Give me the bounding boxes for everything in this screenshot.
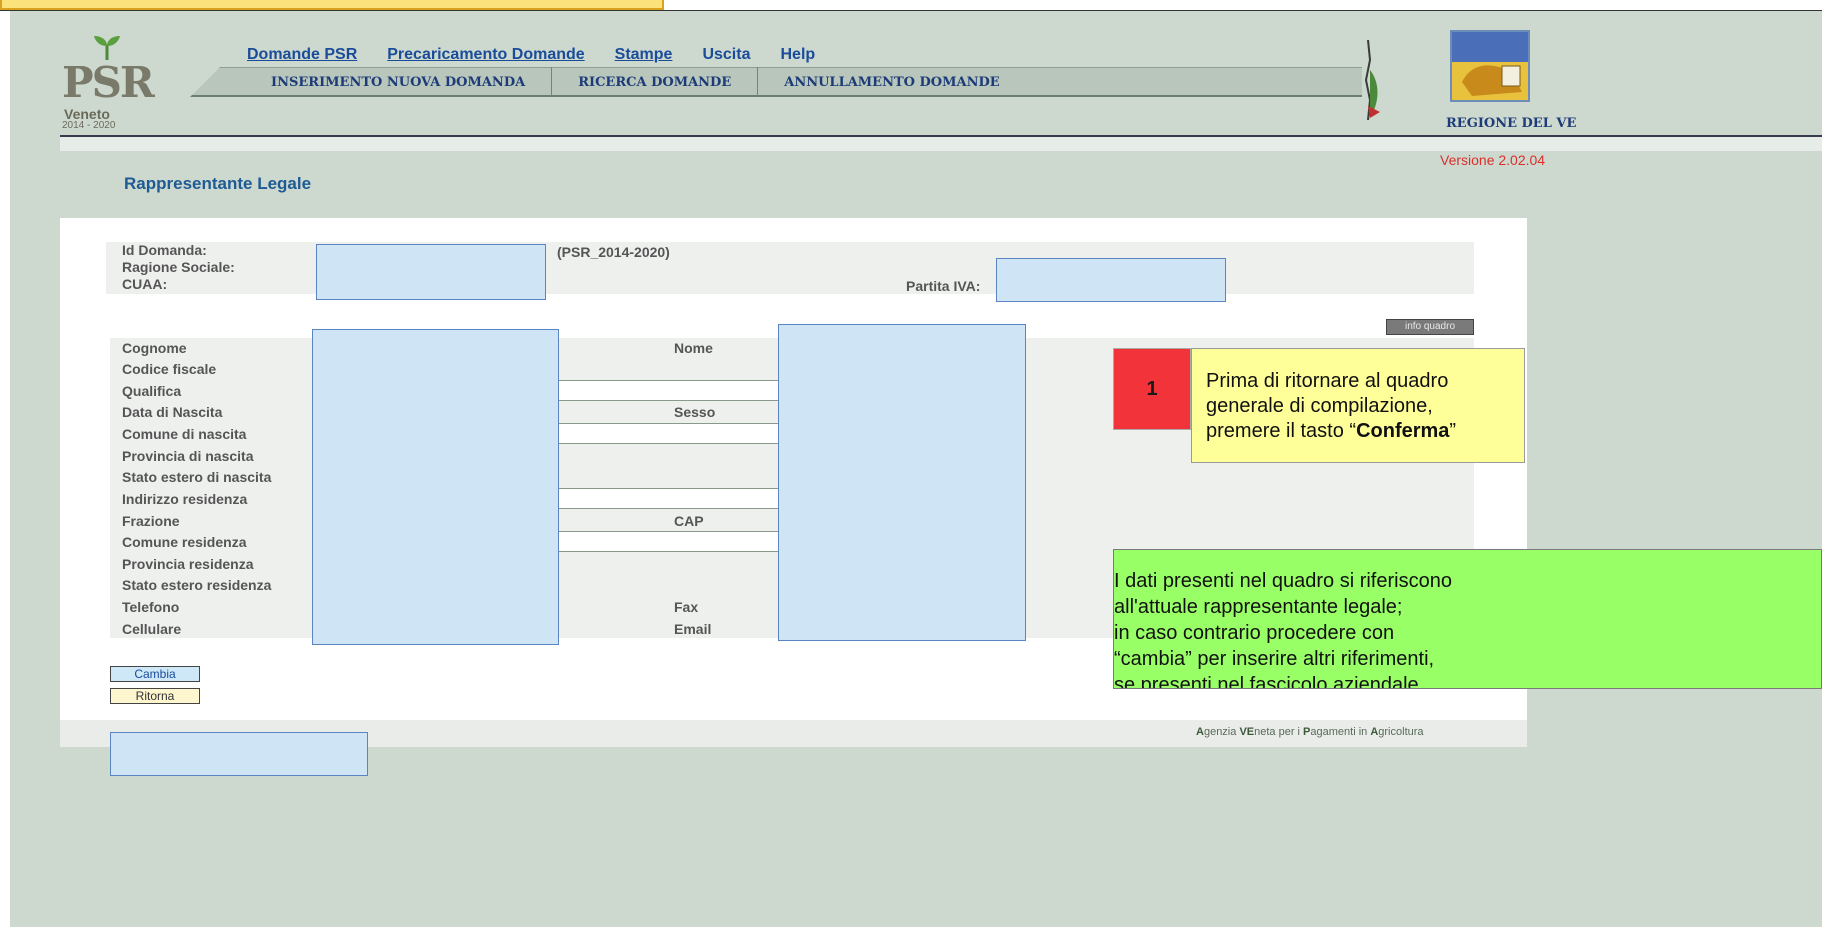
version-label: Versione 2.02.04 xyxy=(1440,152,1546,168)
comune-nascita-field xyxy=(558,423,778,444)
menu-annullamento-domande[interactable]: ANNULLAMENTO DOMANDE xyxy=(758,67,1025,97)
menu-uscita[interactable]: Uscita xyxy=(702,46,750,68)
callout2-line: all'attuale rappresentante legale; xyxy=(1114,596,1403,618)
psr-logo: PSR Veneto 2014 - 2020 xyxy=(62,34,155,134)
ritorna-button[interactable]: Ritorna xyxy=(110,688,200,704)
flag-icon xyxy=(1364,40,1380,120)
redacted-right-values xyxy=(778,324,1026,641)
label-comune-nascita: Comune di nascita xyxy=(122,426,247,442)
secondary-menu: INSERIMENTO NUOVA DOMANDA RICERCA DOMAND… xyxy=(245,67,1026,97)
logo-main-text: PSR xyxy=(62,58,155,107)
cambia-button[interactable]: Cambia xyxy=(110,666,200,682)
redacted-partita-iva xyxy=(996,258,1226,302)
label-cap: CAP xyxy=(674,513,704,529)
menu-inserimento-nuova-domanda[interactable]: INSERIMENTO NUOVA DOMANDA xyxy=(245,67,551,97)
label-indirizzo-residenza: Indirizzo residenza xyxy=(122,491,248,507)
label-frazione: Frazione xyxy=(122,513,180,529)
label-codice-fiscale: Codice fiscale xyxy=(122,361,217,377)
label-fax: Fax xyxy=(674,599,699,615)
callout1-line1: Prima di ritornare al quadro xyxy=(1206,370,1449,392)
top-highlight-strip xyxy=(0,0,664,10)
step-number-badge: 1 xyxy=(1113,348,1191,430)
callout2-line: “cambia” per inserire altri riferimenti, xyxy=(1114,648,1435,670)
comune-residenza-field xyxy=(558,531,778,552)
menu-domande-psr[interactable]: Domande PSR xyxy=(247,46,357,68)
callout1-line3: premere il tasto “Conferma” xyxy=(1206,420,1457,442)
redacted-left-values xyxy=(312,329,559,645)
instruction-callout: Prima di ritornare al quadro generale di… xyxy=(1191,348,1525,463)
menu-ricerca-domande[interactable]: RICERCA DOMANDE xyxy=(552,67,757,97)
header-band xyxy=(60,137,1822,151)
label-email: Email xyxy=(674,621,712,637)
regione-label: REGIONE DEL VE xyxy=(1446,116,1577,131)
callout2-line: se presenti nel fascicolo aziendale xyxy=(1114,674,1419,689)
page-title: Rappresentante Legale xyxy=(124,174,312,193)
sprout-icon xyxy=(94,36,120,60)
menu-stampe[interactable]: Stampe xyxy=(615,46,673,68)
label-comune-residenza: Comune residenza xyxy=(122,534,247,550)
info-callout: I dati presenti nel quadro si riferiscon… xyxy=(1113,549,1822,689)
label-stato-estero-residenza: Stato estero residenza xyxy=(122,577,272,593)
regione-crest-icon xyxy=(1450,30,1530,102)
primary-menu: Domande PSR Precaricamento Domande Stamp… xyxy=(247,46,845,68)
footer-agency-text: Agenzia VEneta per i Pagamenti in Agrico… xyxy=(1196,726,1424,738)
label-sesso: Sesso xyxy=(674,404,716,420)
label-provincia-nascita: Provincia di nascita xyxy=(122,448,254,464)
qualifica-field xyxy=(558,380,778,401)
program-label: (PSR_2014-2020) xyxy=(557,244,670,260)
ragione-sociale-label: Ragione Sociale: xyxy=(122,259,235,275)
label-data-nascita: Data di Nascita xyxy=(122,404,223,420)
cuaa-label: CUAA: xyxy=(122,276,168,292)
indirizzo-residenza-field xyxy=(558,488,778,509)
redacted-id-values xyxy=(316,244,546,300)
redacted-footer-area xyxy=(110,732,368,776)
callout2-line: I dati presenti nel quadro si riferiscon… xyxy=(1114,570,1452,592)
menu-help[interactable]: Help xyxy=(780,46,815,68)
callout1-line2: generale di compilazione, xyxy=(1206,395,1433,417)
label-cognome: Cognome xyxy=(122,340,187,356)
info-quadro-button[interactable]: info quadro xyxy=(1386,319,1474,335)
label-telefono: Telefono xyxy=(122,599,180,615)
callout2-line: in caso contrario procedere con xyxy=(1114,622,1395,644)
label-qualifica: Qualifica xyxy=(122,383,182,399)
label-provincia-residenza: Provincia residenza xyxy=(122,556,254,572)
partita-iva-label: Partita IVA: xyxy=(906,278,981,294)
id-block-background xyxy=(106,242,1474,294)
label-nome: Nome xyxy=(674,340,713,356)
logo-years-text: 2014 - 2020 xyxy=(62,120,116,131)
menu-precaricamento-domande[interactable]: Precaricamento Domande xyxy=(387,46,584,68)
id-domanda-label: Id Domanda: xyxy=(122,242,207,258)
label-stato-estero-nascita: Stato estero di nascita xyxy=(122,469,272,485)
label-cellulare: Cellulare xyxy=(122,621,182,637)
